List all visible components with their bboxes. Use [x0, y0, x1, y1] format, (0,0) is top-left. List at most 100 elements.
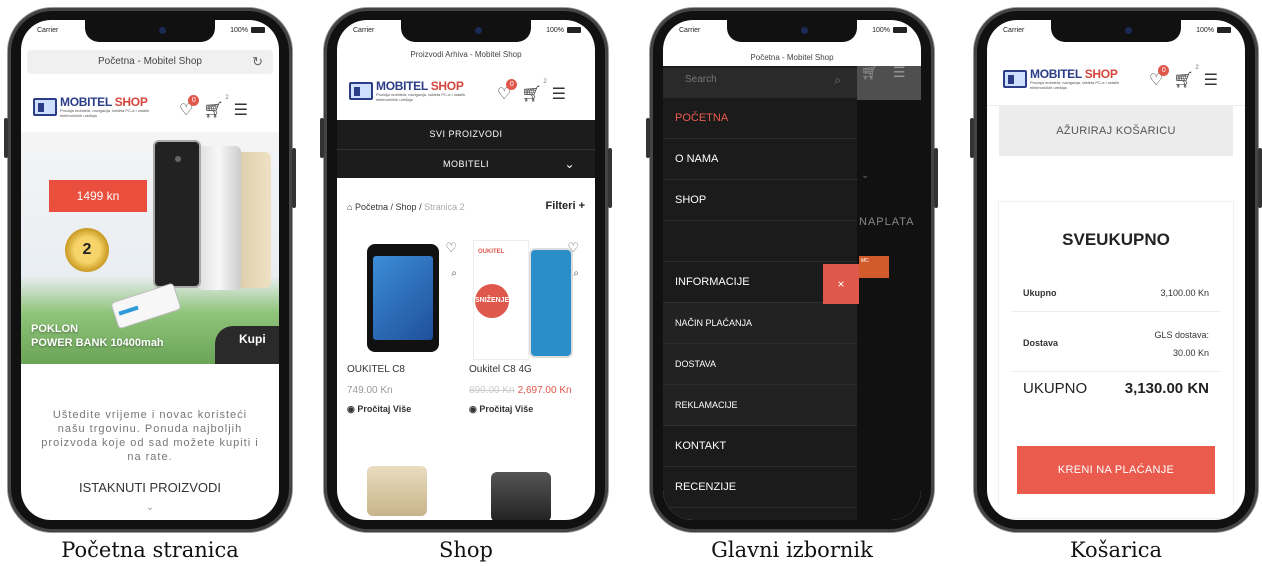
hamburger-menu-icon[interactable]: ☰ [1204, 70, 1218, 90]
shipping-row: Dostava GLS dostava: 30.00 Kn [1011, 314, 1221, 372]
cart-button[interactable]: 🛒︎ 2 [1173, 65, 1198, 90]
featured-heading: ISTAKNUTI PROIZVODI [78, 480, 222, 495]
wishlist-button[interactable]: ♡ 0 [497, 79, 518, 104]
phone-cart: Carrier 100% MOBITEL SHOP Prodaja mobite… [970, 8, 1262, 532]
close-button[interactable]: × [823, 264, 859, 304]
menu-item-reviews[interactable]: RECENZIJE [663, 467, 857, 508]
cart-button[interactable]: 🛒︎ 2 [203, 95, 228, 120]
menu-item-shop[interactable]: SHOP [663, 180, 857, 221]
menu-item-delivery[interactable]: DOSTAVA [663, 344, 857, 385]
page-overlay[interactable] [857, 50, 921, 520]
eye-icon: ◉ [469, 404, 477, 414]
search-icon[interactable]: ⌕ [834, 73, 841, 88]
cart-count: 2 [1195, 65, 1199, 71]
site-logo[interactable]: MOBITEL SHOP Prodaja mobitela, navigacij… [1003, 68, 1120, 90]
phone-image [153, 140, 201, 288]
phone-image [367, 244, 439, 352]
screen: Carrier 100% Početna - Mobitel Shop 🛒︎ ☰ … [663, 20, 921, 520]
wishlist-badge: 0 [1158, 65, 1170, 76]
sale-price: 2,697.00 Kn [517, 385, 572, 396]
subtotal-label: Ukupno [1023, 288, 1057, 298]
menu-item-payment[interactable]: NAČIN PLAĆANJA [663, 303, 857, 344]
read-more-link[interactable]: ◉ Pročitaj Više [347, 404, 457, 415]
carrier-label: Carrier [37, 27, 59, 34]
zoom-icon[interactable]: ⌕ [451, 268, 457, 279]
product-card[interactable]: ♡ ⌕ OUKITEL C8 749.00 Kn ◉ Pročitaj Više [347, 240, 457, 415]
battery-indicator: 100% [546, 27, 581, 34]
address-bar[interactable]: Proizvodi Arhiva - Mobitel Shop [337, 46, 595, 64]
cart-icon: 🛒︎ [861, 64, 879, 80]
logo-text: MOBITEL SHOP [376, 79, 464, 93]
product-name[interactable]: OUKITEL C8 [347, 364, 457, 375]
buy-button[interactable]: Kupi [215, 326, 279, 364]
hamburger-menu-icon[interactable]: ☰ [552, 84, 566, 104]
breadcrumb-home[interactable]: Početna [355, 202, 388, 212]
breadcrumb-shop[interactable]: Shop [396, 202, 417, 212]
wishlist-badge: 0 [506, 79, 518, 90]
battery-indicator: 100% [230, 27, 265, 34]
mastercard-icon: MC [859, 256, 889, 278]
old-price: 899.00 Kn [469, 385, 515, 396]
product-image[interactable]: OUKITEL SNIŽENJE ♡ ⌕ [469, 240, 579, 360]
menu-item-home[interactable]: POČETNA [663, 98, 857, 139]
product-card[interactable]: OUKITEL SNIŽENJE ♡ ⌕ Oukitel C8 4G 899.0… [469, 240, 579, 415]
promo-text: POKLON POWER BANK 10400mah [31, 323, 164, 349]
home-icon: ⌂ [347, 202, 353, 212]
product-name[interactable]: Oukitel C8 4G [469, 364, 579, 375]
promo-banner[interactable]: 1499 kn 2 POKLON POWER BANK 10400mah Kup… [21, 132, 279, 364]
cart-button[interactable]: 🛒︎ 2 [521, 79, 546, 104]
cart-count: 2 [225, 95, 229, 101]
logo-icon [33, 98, 57, 116]
wishlist-button[interactable]: ♡ 0 [179, 95, 200, 120]
wishlist-button[interactable]: ♡ 0 [1149, 65, 1170, 90]
cart-count: 2 [543, 79, 547, 85]
wishlist-badge: 0 [188, 95, 200, 106]
heart-icon[interactable]: ♡ [567, 240, 579, 256]
background-text: NAPLATA [859, 216, 915, 228]
phone-shop: Carrier 100% Proizvodi Arhiva - Mobitel … [320, 8, 612, 532]
product-image[interactable]: ♡ ⌕ [347, 240, 457, 360]
logo-text: MOBITEL SHOP [1030, 67, 1118, 81]
sale-badge: SNIŽENJE [475, 284, 509, 318]
product-price: 899.00 Kn 2,697.00 Kn [469, 385, 579, 396]
address-bar[interactable]: Početna - Mobitel Shop [663, 50, 921, 66]
notch [727, 20, 857, 42]
phone-image [197, 146, 241, 290]
caption-cart: Košarica [1069, 538, 1163, 562]
search-input[interactable]: Search ⌕ [663, 68, 857, 98]
logo-icon [349, 82, 373, 100]
update-cart-button[interactable]: AŽURIRAJ KOŠARICU [999, 106, 1233, 156]
category-nav: SVI PROIZVODI MOBITELI ⌄ [337, 120, 595, 178]
product-price: 749.00 Kn [347, 385, 393, 396]
caption-shop: Shop [439, 538, 493, 562]
menu-item-about[interactable]: O NAMA [663, 139, 857, 180]
site-logo[interactable]: MOBITEL SHOP Prodaja mobitela, navigacij… [349, 80, 466, 102]
shipping-value: GLS dostava: 30.00 Kn [1154, 330, 1209, 358]
reload-icon[interactable]: ↻ [252, 50, 263, 74]
site-logo[interactable]: MOBITEL SHOP Prodaja mobitela, navigacij… [33, 96, 150, 118]
phone-home: Carrier 100% Početna - Mobitel Shop ↻ MO… [4, 8, 296, 532]
menu-item-contact[interactable]: KONTAKT [663, 426, 857, 467]
heart-icon[interactable]: ♡ [445, 240, 457, 256]
zoom-icon[interactable]: ⌕ [573, 268, 579, 279]
product-thumbnail[interactable] [367, 466, 427, 516]
header-actions: ♡ 0 🛒︎ 2 ☰ [179, 95, 248, 120]
background-text: ⌄ [861, 170, 870, 181]
logo-icon [1003, 70, 1027, 88]
category-all-products[interactable]: SVI PROIZVODI [337, 120, 595, 149]
battery-indicator: 100% [1196, 27, 1231, 34]
grand-total-value: 3,130.00 KN [1124, 380, 1209, 397]
logo-tagline: Prodaja mobitela, navigacija, tableta PC… [60, 108, 150, 118]
menu-item-complaints[interactable]: REKLAMACIJE [663, 385, 857, 426]
battery-indicator: 100% [872, 27, 907, 34]
checkout-button[interactable]: KRENI NA PLAĆANJE [1017, 446, 1215, 494]
hamburger-menu-icon[interactable]: ☰ [234, 100, 248, 120]
category-phones[interactable]: MOBITELI ⌄ [337, 149, 595, 178]
filters-toggle[interactable]: Filteri + [546, 200, 585, 212]
address-bar[interactable]: Početna - Mobitel Shop ↻ [27, 50, 273, 74]
product-thumbnail[interactable] [491, 472, 551, 520]
read-more-link[interactable]: ◉ Pročitaj Više [469, 404, 579, 415]
grand-total-label: UKUPNO [1023, 380, 1088, 397]
caption-menu: Glavni izbornik [711, 538, 873, 562]
cart-totals: SVEUKUPNO Ukupno 3,100.00 Kn Dostava GLS… [999, 202, 1233, 518]
